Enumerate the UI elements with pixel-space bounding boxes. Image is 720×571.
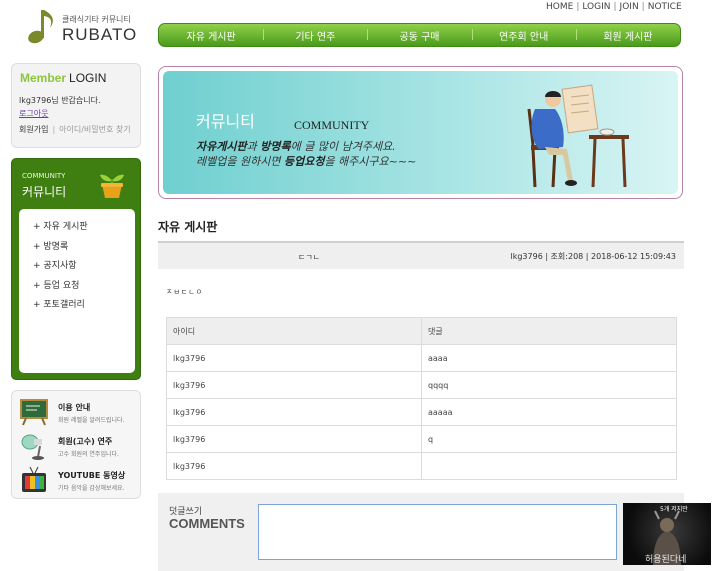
- community-banner: 커뮤니티 COMMUNITY 자유게시판과 방명록에 글 많이 남겨주세요. 레…: [158, 66, 683, 199]
- comment-input[interactable]: [258, 504, 617, 560]
- post-body: ㅈㅂㄷㄴㅇ: [166, 288, 204, 296]
- nav-concert-info[interactable]: 연주회 안내: [471, 28, 576, 43]
- table-row: lkg3796: [166, 452, 677, 480]
- comments-table: 아이디 댓글 lkg3796 aaaa lkg3796 qqqq lkg3796…: [166, 317, 677, 480]
- tv-icon: [22, 466, 46, 492]
- comments-header-row: 아이디 댓글: [166, 317, 677, 345]
- login-panel: Member LOGIN lkg3796님 반갑습니다. 로그아웃 회원가입 | 아이…: [11, 63, 141, 148]
- music-note-icon: [28, 10, 53, 44]
- link-separator: |: [641, 2, 645, 12]
- reading-man-illustration: [527, 84, 629, 188]
- banner-text: 에 글 많이 남겨주세요.: [290, 140, 396, 153]
- banner-text: 레벨업을 원하시면: [196, 155, 284, 168]
- banner-text: 과: [246, 140, 261, 153]
- side-info-panel: 이용 안내 회원 레벨을 알려드립니다. 회원(고수) 연주 고수 회원의 연주…: [11, 390, 141, 499]
- signup-link[interactable]: 회원가입: [19, 125, 48, 134]
- banner-text: 을 해주시구요~~~: [324, 155, 417, 168]
- banner-background: 커뮤니티 COMMUNITY 자유게시판과 방명록에 글 많이 남겨주세요. 레…: [163, 71, 678, 194]
- community-caption: COMMUNITY: [22, 172, 66, 180]
- banner-level-request: 등업요청: [283, 155, 325, 168]
- link-separator: |: [613, 2, 617, 12]
- master-play-item[interactable]: 회원(고수) 연주 고수 회원의 연주입니다.: [18, 432, 138, 462]
- column-header-comment: 댓글: [421, 317, 677, 345]
- master-play-title: 회원(고수) 연주: [58, 437, 113, 446]
- banner-title-en: COMMUNITY: [294, 118, 370, 132]
- usage-guide-sub: 회원 레벨을 알려드립니다.: [58, 417, 125, 424]
- community-title: 커뮤니티: [22, 185, 67, 199]
- table-row: lkg3796 aaaaa: [166, 398, 677, 426]
- comment-text: aaaaa: [421, 398, 677, 426]
- comment-author: lkg3796: [166, 371, 422, 399]
- login-label: LOGIN: [69, 71, 107, 85]
- youtube-sub: 기타 음악을 감상해보세요.: [58, 485, 125, 492]
- banner-free-board: 자유게시판: [196, 140, 247, 153]
- logo-title: RUBATO: [62, 25, 138, 44]
- community-item-guestbook[interactable]: + 방명록: [19, 239, 135, 259]
- comment-author: lkg3796: [166, 425, 422, 453]
- poster-bottom-text: 허용된다네: [645, 555, 687, 565]
- usage-guide-item[interactable]: 이용 안내 회원 레벨을 알려드립니다.: [18, 398, 138, 428]
- page-title: 자유 게시판: [158, 220, 218, 234]
- plant-pot-icon: [100, 174, 124, 198]
- community-list: + 자유 게시판 + 방명록 + 공지사항 + 등업 요청 + 포토갤러리: [19, 209, 135, 373]
- member-label: Member: [20, 71, 67, 85]
- link-separator: |: [576, 2, 580, 12]
- table-row: lkg3796 q: [166, 425, 677, 453]
- nav-member-board[interactable]: 회원 게시판: [575, 28, 680, 43]
- banner-line-2: 레벨업을 원하시면 등업요청을 해주시구요~~~: [196, 153, 416, 169]
- community-item-photo-gallery[interactable]: + 포토갤러리: [19, 297, 135, 317]
- login-link[interactable]: LOGIN: [582, 2, 610, 12]
- home-link[interactable]: HOME: [546, 2, 573, 12]
- community-menu: COMMUNITY 커뮤니티 + 자유 게시판 + 방명록 + 공지사항 + 등…: [11, 158, 141, 380]
- nav-guitar-play[interactable]: 기타 연주: [263, 28, 367, 43]
- logo-subtitle: 클래식기타 커뮤니티: [62, 15, 131, 24]
- main-nav: 자유 게시판 기타 연주 공동 구매 연주회 안내 회원 게시판: [158, 23, 681, 47]
- notice-link[interactable]: NOTICE: [648, 2, 682, 12]
- login-panel-title: Member LOGIN: [20, 71, 106, 85]
- comment-form: 덧글쓰기 COMMENTS: [158, 493, 684, 571]
- post-title: ㄷㄱㄴ: [298, 253, 321, 262]
- nav-free-board[interactable]: 자유 게시판: [159, 28, 263, 43]
- post-meta: lkg3796 | 조회:208 | 2018-06-12 15:09:43: [510, 252, 676, 261]
- find-account-link[interactable]: 아이디/비밀번호 찾기: [59, 125, 130, 134]
- comment-author: lkg3796: [166, 398, 422, 426]
- community-item-level-request[interactable]: + 등업 요청: [19, 278, 135, 298]
- board-icon: [20, 399, 48, 426]
- nav-group-buy[interactable]: 공동 구매: [367, 28, 471, 43]
- banner-guestbook: 방명록: [260, 140, 291, 153]
- column-header-id: 아이디: [166, 317, 422, 345]
- comment-form-heading: COMMENTS: [169, 516, 245, 531]
- youtube-title: YOUTUBE 동영상: [58, 471, 126, 480]
- join-link[interactable]: JOIN: [620, 2, 639, 12]
- post-header: ㄷㄱㄴ lkg3796 | 조회:208 | 2018-06-12 15:09:…: [158, 241, 684, 269]
- comment-author: lkg3796: [166, 452, 422, 480]
- logout-link[interactable]: 로그아웃: [19, 108, 48, 119]
- comment-text: [421, 452, 677, 480]
- lamp-icon: [21, 434, 44, 460]
- comment-text: aaaa: [421, 344, 677, 372]
- poster-top-text: 5개 저지만: [660, 506, 688, 513]
- submit-comment-image-button[interactable]: 5개 저지만 허용된다네: [623, 503, 711, 565]
- community-item-free-board[interactable]: + 자유 게시판: [19, 219, 135, 239]
- top-links: HOME | LOGIN | JOIN | NOTICE: [546, 2, 682, 12]
- link-separator: |: [52, 125, 56, 134]
- comment-text: qqqq: [421, 371, 677, 399]
- account-links: 회원가입 | 아이디/비밀번호 찾기: [19, 124, 131, 135]
- master-play-sub: 고수 회원의 연주입니다.: [58, 451, 119, 458]
- site-logo[interactable]: 클래식기타 커뮤니티 RUBATO: [26, 6, 146, 46]
- table-row: lkg3796 aaaa: [166, 344, 677, 372]
- table-row: lkg3796 qqqq: [166, 371, 677, 399]
- comment-author: lkg3796: [166, 344, 422, 372]
- banner-title-ko: 커뮤니티: [196, 112, 255, 131]
- community-item-notice[interactable]: + 공지사항: [19, 258, 135, 278]
- youtube-item[interactable]: YOUTUBE 동영상 기타 음악을 감상해보세요.: [18, 466, 138, 496]
- comment-text: q: [421, 425, 677, 453]
- banner-line-1: 자유게시판과 방명록에 글 많이 남겨주세요.: [196, 138, 396, 154]
- usage-guide-title: 이용 안내: [58, 403, 91, 412]
- greeting-text: lkg3796님 반갑습니다.: [19, 96, 101, 105]
